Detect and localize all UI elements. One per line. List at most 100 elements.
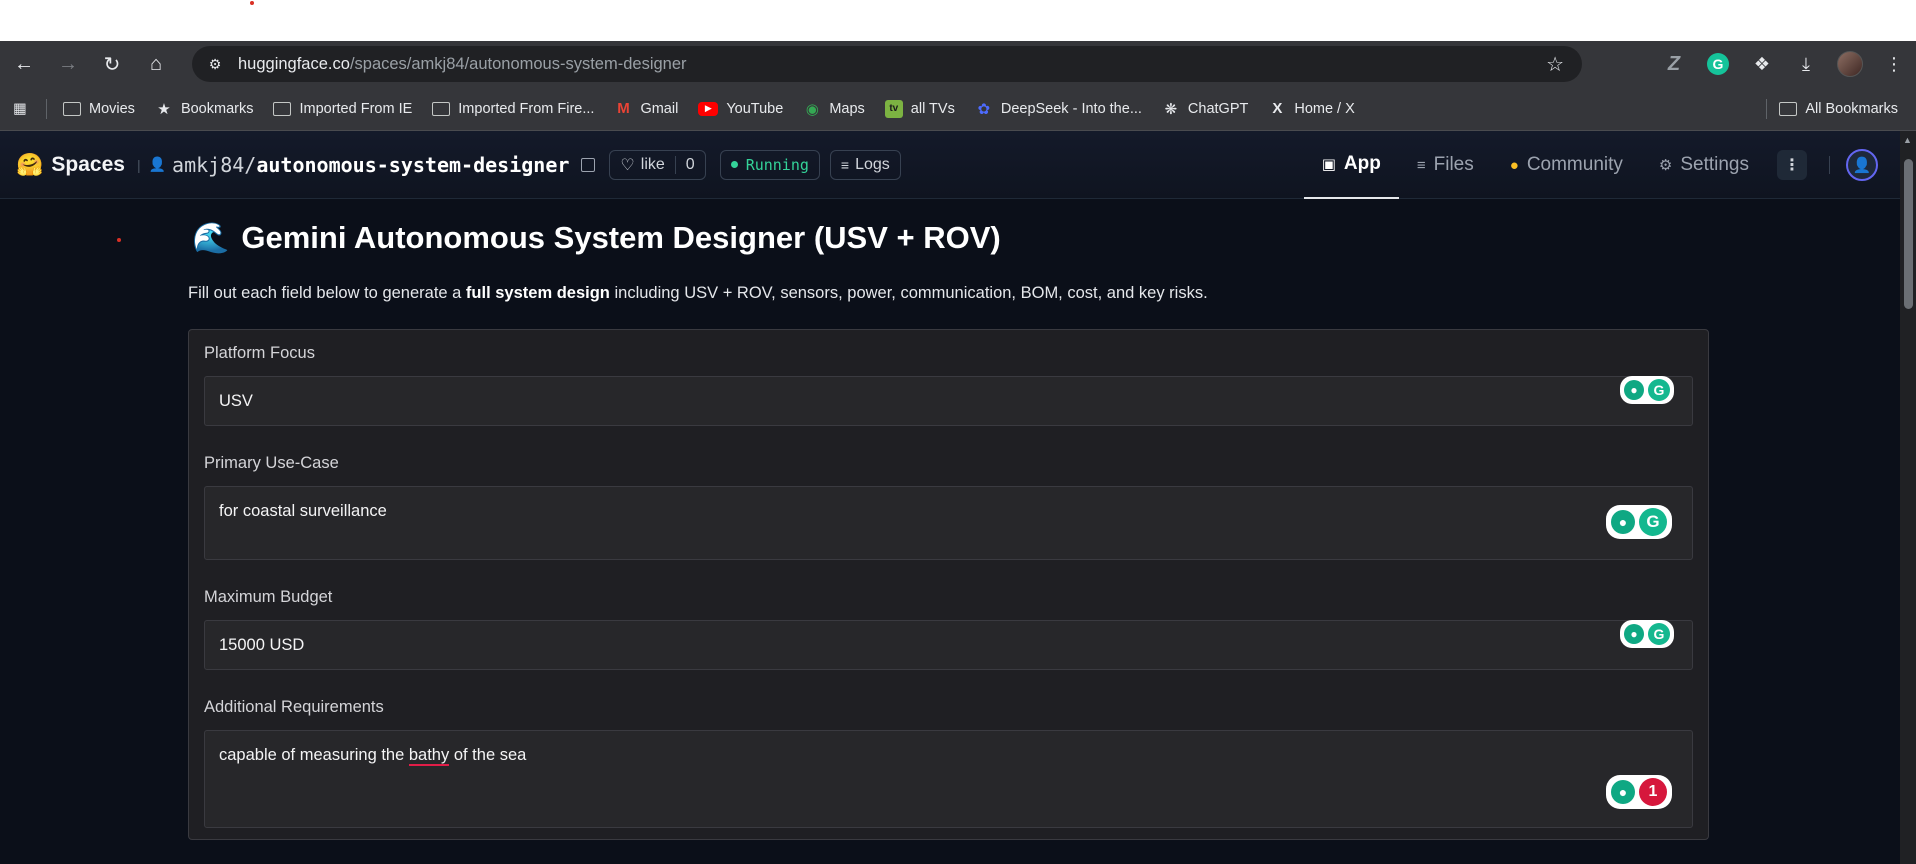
repo-owner-link[interactable]: amkj84 [172, 153, 244, 177]
spaces-logo-link[interactable]: 🤗 Spaces [16, 152, 125, 178]
bookmark-chatgpt[interactable]: ❋ ChatGPT [1152, 93, 1258, 125]
requirements-label: Additional Requirements [204, 698, 384, 716]
grammarly-widget[interactable]: ● G [1620, 620, 1674, 648]
use-case-value: for coastal surveillance [219, 502, 387, 520]
logs-button[interactable]: ≡ Logs [829, 149, 901, 180]
gmail-icon: M [617, 100, 630, 117]
bookmark-bookmarks[interactable]: ★ Bookmarks [145, 93, 264, 125]
download-icon[interactable]: ⤓ [1784, 41, 1828, 87]
browser-toolbar: ← → ↻ ⌂ ⚙ huggingface.co/spaces/amkj84/a… [0, 41, 1916, 87]
tab-label: App [1343, 153, 1381, 174]
folder-icon [63, 100, 81, 118]
budget-input[interactable]: 15000 USD ● G [204, 620, 1693, 670]
grammarly-icon: G [1648, 379, 1670, 401]
reload-icon[interactable]: ↻ [92, 44, 132, 84]
like-button[interactable]: ♡ like 0 [609, 149, 706, 180]
grammarly-extension-icon[interactable]: G [1696, 41, 1740, 87]
hf-space-header: 🤗 Spaces | 👤 amkj84 / autonomous-system-… [0, 131, 1900, 199]
bookmark-gmail[interactable]: M Gmail [604, 93, 688, 125]
logs-icon: ≡ [840, 156, 850, 173]
budget-value: 15000 USD [219, 636, 305, 654]
x-icon: X [1272, 100, 1283, 117]
extensions-area: Z G ❖ ⤓ ⋮ [1652, 41, 1916, 87]
address-bar[interactable]: ⚙ huggingface.co/spaces/amkj84/autonomou… [192, 46, 1582, 82]
desc-text-2: including USV + ROV, sensors, power, com… [609, 284, 1208, 302]
tab-label: Settings [1680, 154, 1749, 175]
logs-label: Logs [855, 155, 890, 173]
tab-label: Files [1433, 154, 1474, 175]
status-badge[interactable]: Running [719, 149, 820, 180]
bookmark-label: DeepSeek - Into the... [1000, 100, 1142, 117]
home-icon[interactable]: ⌂ [136, 44, 176, 84]
heart-icon: ♡ [620, 156, 635, 174]
bookmark-label: Movies [89, 100, 135, 117]
bookmark-movies[interactable]: Movies [53, 93, 145, 125]
user-avatar[interactable]: 👤 [1846, 149, 1878, 181]
bookmark-imported-ie[interactable]: Imported From IE [263, 93, 422, 125]
grammarly-error-count[interactable]: 1 [1639, 778, 1667, 806]
bookmark-youtube[interactable]: ▶ YouTube [688, 93, 793, 125]
page-scrollbar[interactable]: ▲ [1900, 131, 1916, 864]
desc-bold: full system design [465, 284, 610, 302]
tab-community[interactable]: ● Community [1492, 131, 1641, 199]
zotero-extension-icon[interactable]: Z [1652, 41, 1696, 87]
tab-settings[interactable]: ⚙ Settings [1641, 131, 1767, 199]
forward-arrow-icon[interactable]: → [48, 44, 88, 84]
requirements-text-1: capable of measuring the [219, 746, 409, 764]
community-icon: ● [1509, 156, 1519, 174]
space-tabs: ▣ App ≡ Files ● Community ⚙ Settings ⋮ 👤 [1303, 131, 1900, 199]
bookmark-maps[interactable]: ◉ Maps [793, 93, 874, 125]
use-case-input[interactable]: for coastal surveillance ● G [204, 486, 1693, 560]
more-options-icon[interactable]: ⋮ [1777, 150, 1807, 180]
apps-grid-icon[interactable]: ▦ [0, 93, 40, 125]
misspelled-word[interactable]: bathy [408, 746, 450, 766]
repo-name-link[interactable]: autonomous-system-designer [256, 153, 569, 177]
bookmark-deepseek[interactable]: ✿ DeepSeek - Into the... [965, 93, 1152, 125]
bookmark-separator [46, 98, 47, 119]
like-count: 0 [674, 155, 695, 174]
platform-focus-label: Platform Focus [204, 344, 315, 362]
grammarly-widget[interactable]: ● G [1620, 376, 1674, 404]
owner-avatar-icon: 👤 [148, 156, 167, 173]
gear-icon: ⚙ [1658, 157, 1673, 174]
back-arrow-icon[interactable]: ← [4, 44, 44, 84]
all-bookmarks-button[interactable]: All Bookmarks [1750, 93, 1908, 125]
bookmark-home-x[interactable]: X Home / X [1258, 93, 1364, 125]
bookmark-imported-firefox[interactable]: Imported From Fire... [422, 93, 604, 125]
bookmark-label: ChatGPT [1187, 100, 1249, 117]
star-icon: ★ [157, 100, 171, 118]
budget-label: Maximum Budget [204, 588, 333, 606]
site-info-icon[interactable]: ⚙ [200, 49, 230, 79]
bookmark-all-tvs[interactable]: tv all TVs [875, 93, 965, 125]
grammarly-widget[interactable]: ● G [1606, 505, 1672, 539]
profile-avatar[interactable] [1828, 41, 1872, 87]
bookmark-star-icon[interactable]: ☆ [1546, 52, 1564, 77]
desc-text-1: Fill out each field below to generate a [188, 284, 466, 302]
deepseek-icon: ✿ [977, 100, 991, 118]
bookmark-label: all TVs [910, 100, 955, 117]
spaces-label: Spaces [51, 152, 125, 176]
tv-icon: tv [884, 99, 903, 118]
folder-icon [432, 100, 451, 118]
copy-icon[interactable] [581, 157, 596, 172]
requirements-value: capable of measuring the bathy of the se… [219, 746, 526, 766]
scrollbar-thumb[interactable] [1904, 159, 1913, 309]
scroll-up-icon[interactable]: ▲ [1903, 135, 1912, 145]
maps-icon: ◉ [805, 100, 819, 118]
tab-app[interactable]: ▣ App [1303, 131, 1399, 199]
requirements-input[interactable]: capable of measuring the bathy of the se… [204, 730, 1693, 828]
lightbulb-icon: ● [1624, 380, 1644, 400]
tab-files[interactable]: ≡ Files [1399, 131, 1492, 199]
bookmark-label: Maps [829, 100, 865, 117]
url-host: huggingface.co [238, 54, 350, 73]
platform-focus-input[interactable]: USV ● G [204, 376, 1693, 426]
grammarly-widget[interactable]: ● 1 [1606, 775, 1672, 809]
menu-kebab-icon[interactable]: ⋮ [1872, 41, 1916, 87]
grammarly-icon: G [1648, 623, 1670, 645]
url-text[interactable]: huggingface.co/spaces/amkj84/autonomous-… [238, 55, 687, 74]
lightbulb-icon: ● [1624, 624, 1644, 644]
folder-icon [1779, 100, 1798, 118]
bookmarks-bar: ▦ Movies ★ Bookmarks Imported From IE Imp… [0, 87, 1916, 131]
lightbulb-icon: ● [1611, 510, 1635, 534]
extensions-puzzle-icon[interactable]: ❖ [1740, 41, 1784, 87]
